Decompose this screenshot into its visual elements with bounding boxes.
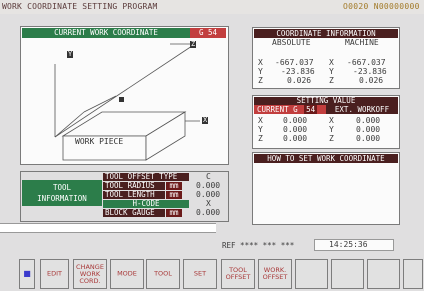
coord-mach-x-axis: X: [329, 58, 334, 67]
softkey-tool-label: TOOL: [154, 269, 172, 278]
setting-cur-z-axis: Z: [258, 134, 263, 143]
cnc-screen: WORK COORDINATE SETTING PROGRAM O0020 N0…: [0, 0, 424, 291]
tool-offset-type-name: TOOL OFFSET TYPE: [103, 173, 189, 181]
coord-mach-x: -667.037: [347, 58, 386, 67]
softkey-change-work-cord[interactable]: CHANGE WORK CORD.: [73, 259, 107, 289]
program-title: WORK COORDINATE SETTING PROGRAM: [2, 2, 158, 11]
softkey-blank-1[interactable]: [295, 259, 328, 289]
setting-ext-y: 0.000: [356, 125, 381, 134]
softkey-blank-4[interactable]: [403, 259, 423, 289]
block-gauge-unit: mm: [166, 209, 182, 217]
softkey-tool-offset[interactable]: TOOL OFFSET: [221, 259, 255, 289]
setting-cur-x-axis: X: [258, 116, 263, 125]
work-piece-label: WORK PIECE: [75, 137, 124, 146]
axis-z-label: Z: [190, 40, 197, 48]
clock-time: 14:25:36: [329, 240, 368, 249]
softkey-mode-label: MODE: [117, 269, 137, 278]
tool-info-label-line2: INFORMATION: [37, 194, 87, 203]
softkey-edit-label: EDIT: [47, 269, 62, 278]
work-piece-diagram: [54, 43, 200, 161]
tool-length-name: TOOL LENGTH: [103, 191, 165, 199]
softkey-set[interactable]: SET: [183, 259, 217, 289]
coord-mach-z: 0.026: [359, 76, 384, 85]
current-g-value: G 54: [190, 28, 226, 38]
tool-radius-value: 0.000: [196, 181, 221, 190]
setting-ext-y-axis: Y: [329, 125, 334, 134]
setting-cur-z: 0.000: [283, 134, 308, 143]
tool-length-value: 0.000: [196, 190, 221, 199]
softkey-edit[interactable]: EDIT: [40, 259, 69, 289]
coord-abs-x: -667.037: [275, 58, 314, 67]
block-gauge-name: BLOCK GAUGE: [103, 209, 165, 217]
softkey-return[interactable]: ■: [19, 259, 35, 289]
ref-status: REF **** *** ***: [222, 241, 295, 250]
setting-ext-x: 0.000: [356, 116, 381, 125]
softkey-change-work-cord-label: CHANGE WORK CORD.: [76, 262, 104, 285]
softkey-return-icon: ■: [23, 268, 31, 278]
setting-cur-x: 0.000: [283, 116, 308, 125]
setting-value-header: SETTING VALUE: [254, 97, 398, 105]
coord-mach-y: -23.836: [353, 67, 387, 76]
coord-abs-x-axis: X: [258, 58, 263, 67]
softkey-set-label: SET: [193, 269, 207, 278]
softkey-blank-3[interactable]: [367, 259, 400, 289]
coordinate-info-header: COORDINATE INFORMATION: [254, 29, 398, 38]
program-number: O0020 N00000000: [343, 2, 420, 11]
softkey-work-offset-label: WORK. OFFSET: [262, 266, 288, 281]
coord-abs-y-axis: Y: [258, 67, 263, 76]
softkey-blank-2[interactable]: [331, 259, 364, 289]
setting-current-g-number: 54: [304, 105, 318, 114]
origin-marker: [119, 97, 124, 102]
col-machine: MACHINE: [345, 38, 379, 47]
h-code-name: H-CODE: [103, 200, 189, 208]
coord-abs-z-axis: Z: [258, 76, 263, 85]
axis-x-label: X: [202, 116, 209, 124]
setting-current-g-header: CURRENT G 54: [254, 105, 326, 114]
setting-ext-z: 0.000: [356, 134, 381, 143]
tool-offset-type-value: C: [206, 172, 211, 181]
softkey-mode[interactable]: MODE: [110, 259, 144, 289]
softkey-tool[interactable]: TOOL: [146, 259, 180, 289]
axis-y-label: Y: [67, 50, 74, 58]
setting-cur-y-axis: Y: [258, 125, 263, 134]
setting-ext-header: EXT. WORKOFF: [326, 105, 398, 114]
coord-mach-z-axis: Z: [329, 76, 334, 85]
block-gauge-value: 0.000: [196, 208, 221, 217]
coord-mach-y-axis: Y: [329, 67, 334, 76]
tool-length-unit: mm: [166, 191, 182, 199]
coord-abs-z: 0.026: [287, 76, 312, 85]
setting-ext-x-axis: X: [329, 116, 334, 125]
howto-header: HOW TO SET WORK COORDINATE: [254, 154, 398, 163]
current-work-header: CURRENT WORK COORDINATE: [22, 28, 190, 38]
setting-ext-z-axis: Z: [329, 134, 334, 143]
tool-info-label: TOOL INFORMATION: [22, 180, 102, 206]
col-absolute: ABSOLUTE: [272, 38, 311, 47]
setting-cur-y: 0.000: [283, 125, 308, 134]
tool-info-label-line1: TOOL: [52, 183, 72, 192]
tool-radius-unit: mm: [166, 182, 182, 190]
setting-current-g-label: CURRENT G: [257, 105, 298, 114]
softkey-work-offset[interactable]: WORK. OFFSET: [258, 259, 292, 289]
input-line[interactable]: [0, 223, 216, 233]
tool-radius-name: TOOL RADIUS: [103, 182, 165, 190]
softkey-tool-offset-label: TOOL OFFSET: [225, 266, 251, 281]
h-code-value: X: [206, 199, 211, 208]
coord-abs-y: -23.836: [281, 67, 315, 76]
